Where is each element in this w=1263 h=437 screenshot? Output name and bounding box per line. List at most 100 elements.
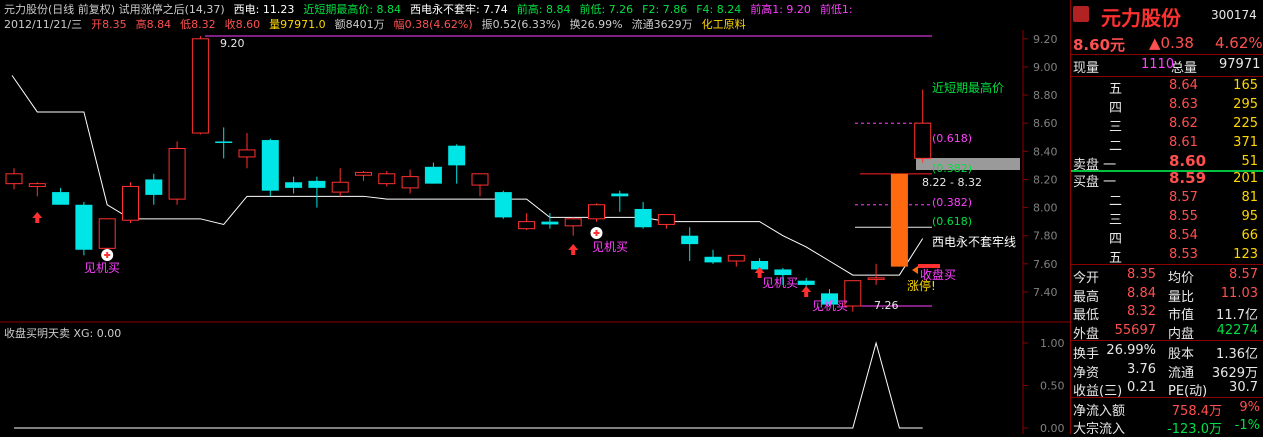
candle [145, 173, 163, 205]
stock-code: 300174 [1211, 8, 1257, 22]
price-axis-label: 8.80 [1033, 89, 1058, 102]
buy-level-price: 8.53 [1169, 247, 1198, 262]
candle [401, 169, 419, 194]
stat-label: 今开 [1073, 271, 1100, 286]
fib-618-label: (0.618) [932, 215, 973, 228]
quote-stat-row: 净资 3.76 流通 3629万 [1071, 361, 1263, 381]
sell-level-row: 四 8.63 295 [1071, 96, 1263, 116]
price-axis-label: 8.40 [1033, 145, 1058, 158]
candle [191, 36, 209, 135]
candle [308, 176, 326, 208]
sell-level-vol: 295 [1233, 97, 1258, 112]
buy-level-row: 五 8.53 123 [1071, 246, 1263, 266]
fib-382-top-label: (0.382) [932, 162, 973, 175]
stat-label: 最低 [1073, 308, 1100, 323]
candle [52, 187, 70, 205]
buy-level-price: 8.57 [1169, 190, 1198, 205]
buy-level-row: 三 8.55 95 [1071, 208, 1263, 228]
stat-label: 外盘 [1073, 326, 1100, 342]
stat-value: 8.84 [1127, 285, 1156, 301]
buy-level-row: 二 8.57 81 [1071, 189, 1263, 209]
stat-label: 内盘 [1168, 326, 1195, 342]
sell-level-row: 二 8.61 371 [1071, 134, 1263, 154]
now-vol-label: 现量 [1073, 61, 1100, 76]
candle [75, 201, 93, 256]
kline-chart[interactable]: 9.20 9.00 8.80 8.60 8.40 8.20 8.00 7.80 7.60 7.40… [0, 0, 1070, 434]
sell-level-vol: 225 [1233, 116, 1258, 131]
buy-level-vol: 81 [1241, 190, 1258, 205]
price-axis-label: 9.20 [1033, 33, 1058, 46]
stat-value: 1.36亿 [1216, 347, 1258, 362]
stat-value: 55697 [1114, 322, 1156, 338]
total-vol: 97971 [1219, 57, 1261, 72]
xidian-trend-line [11, 75, 924, 276]
sell-level-price: 8.60 [1169, 152, 1207, 170]
buy-level-label: 买盘 一 [1073, 175, 1117, 190]
quote-stat-row: 今开 8.35 均价 8.57 [1071, 266, 1263, 286]
price-axis-label: 9.00 [1033, 61, 1058, 74]
stat-value: 8.57 [1229, 267, 1258, 282]
buy-level-price: 8.59 [1169, 169, 1207, 187]
price-axis-label: 7.60 [1033, 258, 1058, 271]
sell-level-label: 二 [1109, 139, 1123, 154]
sell-level-price: 8.63 [1169, 97, 1198, 112]
candle [634, 201, 652, 229]
stat-value: 26.99% [1106, 343, 1156, 358]
quote-stat-row: 最低 8.32 市值 11.7亿 [1071, 303, 1263, 323]
buy-level-vol: 95 [1241, 209, 1258, 224]
candle [890, 173, 908, 267]
candle [518, 213, 536, 231]
sell-level-label: 五 [1109, 82, 1123, 97]
flow-label: 大宗流入 [1073, 422, 1126, 437]
buy-signal-4: 见机买 [812, 299, 849, 313]
flow-value: -123.0万 [1167, 422, 1222, 437]
price-pct: 4.62% [1215, 34, 1263, 52]
limit-up-label: 涨停! [907, 279, 936, 293]
stat-label: 净资 [1073, 365, 1100, 381]
buy-level-vol: 66 [1241, 228, 1258, 243]
stat-label: 最高 [1073, 289, 1100, 305]
candle [331, 168, 349, 197]
candle [285, 176, 303, 194]
candle [588, 203, 605, 222]
limit-up-candle [890, 173, 908, 267]
quote-stat-row: 收益(三) 0.21 PE(动) 30.7 [1071, 379, 1263, 399]
sell-level-label: 三 [1109, 120, 1123, 135]
high-label: 9.20 [220, 37, 245, 50]
candle [168, 141, 186, 205]
price-change: ▲0.38 [1149, 34, 1194, 52]
sell-level-row: 三 8.62 225 [1071, 115, 1263, 135]
stat-value: 3.76 [1127, 361, 1156, 377]
stock-name: 元力股份 [1101, 6, 1181, 30]
flow-pct: 9% [1239, 400, 1260, 415]
candle [5, 168, 23, 190]
indicator-line [14, 341, 923, 429]
fund-flow-row: 大宗流入 -123.0万 -1% [1071, 417, 1263, 437]
recent-high-label: 近短期最高价 [932, 81, 1005, 95]
logo-icon [1073, 6, 1089, 22]
candle [98, 218, 116, 253]
stat-value: 11.7亿 [1216, 308, 1258, 323]
flow-pct: -1% [1234, 418, 1260, 433]
candle [424, 162, 442, 184]
range-label: 8.22 - 8.32 [922, 176, 982, 189]
buy-level-label: 二 [1109, 194, 1123, 209]
stat-label: 流通 [1168, 365, 1195, 381]
sell-level-label: 四 [1109, 101, 1123, 116]
sell-level-price: 8.62 [1169, 116, 1198, 131]
candle [681, 227, 699, 261]
sell-level-row: 五 8.64 165 [1071, 77, 1263, 97]
stat-label: 市值 [1168, 308, 1195, 323]
stat-value: 30.7 [1229, 380, 1258, 395]
buy-level-label: 四 [1109, 232, 1123, 247]
buy-level-row: 四 8.54 66 [1071, 227, 1263, 247]
stat-value: 11.03 [1220, 285, 1258, 301]
buy-signal-1: 见机买 [84, 261, 121, 275]
low-label: 7.26 [874, 299, 899, 312]
candle [564, 217, 582, 236]
fib-382-label: (0.382) [932, 196, 973, 209]
price-axis-label: 7.40 [1033, 286, 1058, 299]
candle [448, 144, 466, 184]
price-axis-label: 8.20 [1033, 173, 1058, 186]
sell-level-vol: 165 [1233, 78, 1258, 93]
